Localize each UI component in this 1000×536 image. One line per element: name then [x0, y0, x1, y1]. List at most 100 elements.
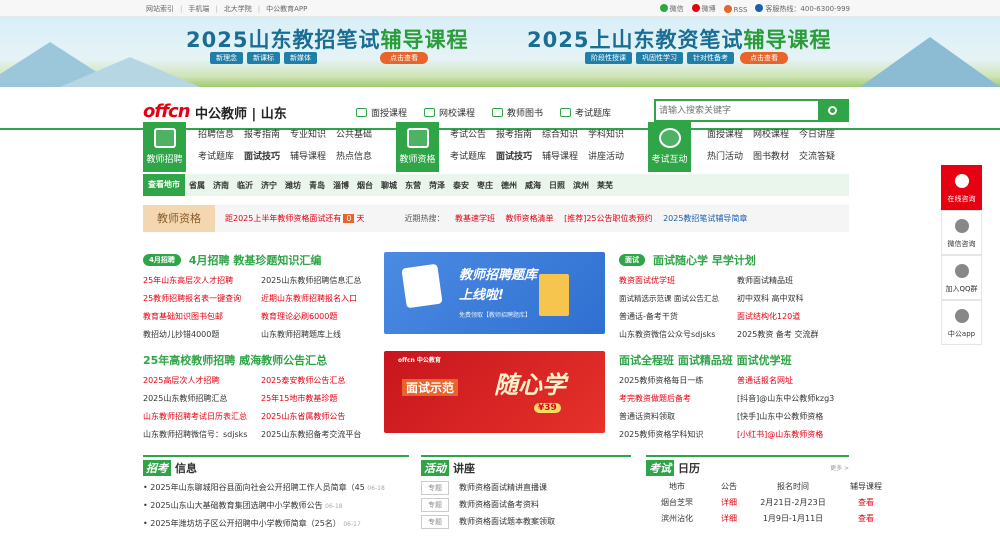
list-item[interactable]: 教招幼儿抄错4000题: [143, 326, 261, 344]
list-item[interactable]: [抖音]@山东中公教师kzg3: [737, 390, 849, 408]
city-link[interactable]: 莱芜: [597, 180, 613, 191]
list-item[interactable]: 教育理论必刷6000题: [261, 308, 379, 326]
rss-link[interactable]: RSS: [723, 4, 747, 14]
list-item[interactable]: 25教师招聘报名表一键查询: [143, 290, 261, 308]
nav-link[interactable]: 公共基础: [336, 130, 372, 140]
tile-exam-interaction[interactable]: 考试互动: [648, 122, 691, 172]
city-link[interactable]: 威海: [525, 180, 541, 191]
list-item[interactable]: 25年山东高层次人才招聘: [143, 272, 261, 290]
hot-link[interactable]: 教师资格清单: [506, 214, 554, 223]
wechat-consult-button[interactable]: 微信咨询: [941, 210, 982, 255]
list-item[interactable]: 普通话-备考干货: [619, 308, 737, 326]
list-item[interactable]: 2025山东教师招聘信息汇总: [261, 272, 379, 290]
banner-left-button[interactable]: 点击查看: [380, 52, 428, 64]
list-item[interactable]: 专题 教师资格面试题本教案领取: [421, 513, 631, 530]
search-button[interactable]: [818, 101, 847, 120]
city-link[interactable]: 潍坊: [285, 180, 301, 191]
view-link[interactable]: 查看: [836, 511, 896, 527]
list-item[interactable]: 2025高层次人才招聘: [143, 372, 261, 390]
nav-link[interactable]: 辅导课程: [542, 152, 578, 162]
nav-link[interactable]: 考试题库: [198, 152, 234, 162]
city-link[interactable]: 枣庄: [477, 180, 493, 191]
view-link[interactable]: 查看: [836, 495, 896, 511]
list-item[interactable]: 教师面试精品班: [737, 272, 849, 290]
tile-teacher-recruit[interactable]: 教师招聘: [143, 122, 186, 172]
nav-link[interactable]: 报考指南: [496, 130, 532, 140]
list-item[interactable]: 山东教资微信公众号sdjsks: [619, 326, 737, 344]
list-item[interactable]: • 2025年山东聊城阳谷县面向社会公开招聘工作人员简章（45 06-18: [143, 479, 409, 497]
section-title[interactable]: 25年高校教师招聘 威海教师公告汇总: [143, 352, 327, 368]
list-item[interactable]: 考完教资做题后备考: [619, 390, 737, 408]
city-link[interactable]: 济宁: [261, 180, 277, 191]
detail-link[interactable]: 详细: [708, 495, 750, 511]
list-item[interactable]: 2025教资 备考 交流群: [737, 326, 849, 344]
city-link[interactable]: 日照: [549, 180, 565, 191]
city-link[interactable]: 泰安: [453, 180, 469, 191]
city-link[interactable]: 菏泽: [429, 180, 445, 191]
list-item[interactable]: 25年15地市教基珍题: [261, 390, 379, 408]
weibo-link[interactable]: 微博: [691, 4, 716, 14]
nav-link[interactable]: 招聘信息: [198, 130, 234, 140]
nav-link[interactable]: 面试技巧: [244, 152, 280, 162]
list-item[interactable]: 2025山东教招备考交流平台: [261, 426, 379, 444]
list-item[interactable]: 教资面试优学班: [619, 272, 737, 290]
list-item[interactable]: 面试结构化120道: [737, 308, 849, 326]
nav-link[interactable]: 面试技巧: [496, 152, 532, 162]
section-title[interactable]: 面试随心学 早学计划: [653, 252, 756, 268]
nav-link[interactable]: 图书教材: [753, 152, 789, 162]
nav-online-course[interactable]: 网校课程: [424, 106, 475, 119]
list-item[interactable]: 2025教师资格学科知识: [619, 426, 737, 444]
city-link[interactable]: 烟台: [357, 180, 373, 191]
nav-link[interactable]: 讲座活动: [588, 152, 624, 162]
promo-banner[interactable]: 2025山东教招笔试辅导课程 新理念 新课标 新媒体 点击查看 2025上山东教资笔…: [0, 17, 1000, 87]
list-item[interactable]: [快手]山东中公教师资格: [737, 408, 849, 426]
nav-link[interactable]: 交流答疑: [799, 152, 835, 162]
list-item[interactable]: 教育基础知识图书包邮: [143, 308, 261, 326]
hot-link[interactable]: [推荐]25公告职位表预约: [564, 214, 652, 223]
list-item[interactable]: 普通话资料领取: [619, 408, 737, 426]
top-link-sitemap[interactable]: 网站索引: [146, 4, 174, 14]
nav-link[interactable]: 辅导课程: [290, 152, 326, 162]
qq-group-button[interactable]: 加入QQ群: [941, 255, 982, 300]
nav-link[interactable]: 专业知识: [290, 130, 326, 140]
section-title[interactable]: 4月招聘 教基珍题知识汇编: [189, 252, 321, 268]
top-link-mobile[interactable]: 手机端: [180, 4, 209, 14]
hot-link[interactable]: 教基速学班: [455, 214, 495, 223]
nav-link[interactable]: 热门活动: [707, 152, 743, 162]
top-link-college[interactable]: 北大学院: [215, 4, 252, 14]
list-item[interactable]: • 2025山东山大基础教育集团选聘中小学教师公告 06-18: [143, 497, 409, 515]
banner-right-button[interactable]: 点击查看: [740, 52, 788, 64]
nav-link[interactable]: 面授课程: [707, 130, 743, 140]
nav-books[interactable]: 教师图书: [492, 106, 543, 119]
nav-link[interactable]: 考试公告: [450, 130, 486, 140]
list-item[interactable]: 普通话报名网址: [737, 372, 849, 390]
wechat-link[interactable]: 微信: [659, 4, 684, 14]
detail-link[interactable]: 详细: [708, 511, 750, 527]
list-item[interactable]: 2025山东省属教师公告: [261, 408, 379, 426]
nav-link[interactable]: 学科知识: [588, 130, 624, 140]
list-item[interactable]: 近期山东教师招聘报名入口: [261, 290, 379, 308]
city-link[interactable]: 淄博: [333, 180, 349, 191]
nav-question-bank[interactable]: 考试题库: [560, 106, 611, 119]
city-link[interactable]: 青岛: [309, 180, 325, 191]
nav-link[interactable]: 综合知识: [542, 130, 578, 140]
list-item[interactable]: • 2025年潍坊坊子区公开招聘中小学教师简章（25名） 06-17: [143, 515, 409, 533]
list-item[interactable]: 山东教师招聘题库上线: [261, 326, 379, 344]
nav-link[interactable]: 网校课程: [753, 130, 789, 140]
city-link[interactable]: 省属: [189, 180, 205, 191]
online-consult-button[interactable]: 在线咨询: [941, 165, 982, 210]
hot-link[interactable]: 2025教招笔试辅导简章: [663, 214, 747, 223]
list-item[interactable]: 山东教师招聘微信号：sdjsks: [143, 426, 261, 444]
city-link[interactable]: 济南: [213, 180, 229, 191]
list-item[interactable]: 2025泰安教师公告汇总: [261, 372, 379, 390]
top-link-app[interactable]: 中公教育APP: [258, 4, 307, 14]
list-item[interactable]: 2025教师资格每日一练: [619, 372, 737, 390]
nav-link[interactable]: 热点信息: [336, 152, 372, 162]
list-item[interactable]: [小红书]@山东教师资格: [737, 426, 849, 444]
offcn-logo[interactable]: offcn: [143, 101, 191, 122]
city-link[interactable]: 聊城: [381, 180, 397, 191]
ad-interview[interactable]: offcn 中公教育 面试示范 随心学 ¥39: [384, 351, 605, 433]
list-item[interactable]: 专题 教师资格面试精讲直播课: [421, 479, 631, 496]
nav-link[interactable]: 报考指南: [244, 130, 280, 140]
tile-teacher-qualification[interactable]: 教师资格: [396, 122, 439, 172]
